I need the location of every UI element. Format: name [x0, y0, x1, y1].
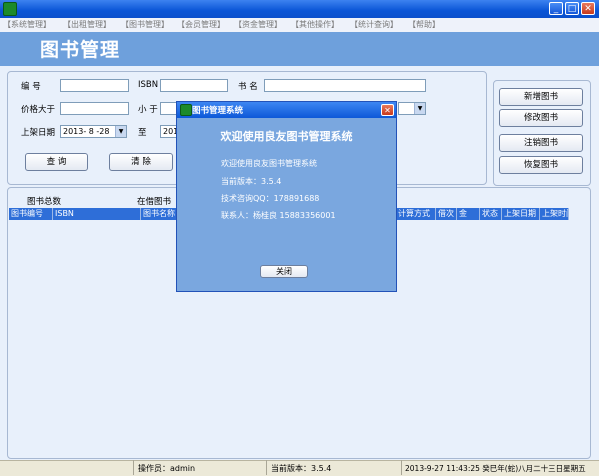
dialog-close-button[interactable]: 关闭 [260, 265, 308, 278]
dialog-qq-text: 技术咨询QQ：178891688 [221, 194, 320, 203]
minimize-button[interactable]: _ [549, 2, 563, 15]
status-divider [133, 460, 134, 475]
column-header-shelf-time[interactable]: 上架时间 [540, 208, 569, 220]
date-from-picker[interactable]: 2013- 8 -28 ▼ [60, 125, 127, 138]
book-id-input[interactable] [60, 79, 129, 92]
column-header-borrow-count[interactable]: 借次 [436, 208, 457, 220]
page-title: 图书管理 [40, 39, 121, 61]
add-book-button[interactable]: 新增图书 [499, 88, 583, 106]
restore-book-button[interactable]: 恢复图书 [499, 156, 583, 174]
status-version: 当前版本：3.5.4 [271, 464, 332, 473]
column-header-calc-method[interactable]: 计算方式 [396, 208, 436, 220]
status-datetime: 2013-9-27 11:43:25 癸巳年(蛇)八月二十三日星期五 [405, 464, 586, 473]
price-min-input[interactable] [60, 102, 129, 115]
edit-book-button[interactable]: 修改图书 [499, 109, 583, 127]
status-operator: 操作员：admin [138, 464, 196, 473]
book-id-label: 编 号 [21, 82, 41, 92]
dialog-heading: 欢迎使用良友图书管理系统 [220, 130, 353, 143]
dialog-title: 图书管理系统 [192, 106, 244, 116]
menu-other[interactable]: 【其他操作】 [291, 19, 339, 30]
chevron-down-icon: ▼ [414, 103, 425, 114]
date-to-label: 至 [138, 128, 147, 138]
column-header-amount[interactable]: 金 [457, 208, 480, 220]
column-header-shelf-date[interactable]: 上架日期 [502, 208, 540, 220]
price-max-label: 小 于 [138, 105, 158, 115]
book-category-select[interactable]: ▼ [398, 102, 426, 115]
price-min-label: 价格大于 [21, 105, 56, 115]
query-button[interactable]: 查 询 [25, 153, 88, 171]
menu-rental[interactable]: 【出租管理】 [63, 19, 111, 30]
book-name-label: 书 名 [238, 82, 258, 92]
menu-members[interactable]: 【会员管理】 [177, 19, 225, 30]
close-window-button[interactable]: ✕ [581, 2, 595, 15]
status-divider [266, 460, 267, 475]
dialog-close-icon[interactable]: ✕ [381, 104, 394, 116]
total-books-label: 图书总数 [27, 197, 62, 207]
menu-statistics[interactable]: 【统计查询】 [350, 19, 398, 30]
menu-funds[interactable]: 【资金管理】 [234, 19, 282, 30]
clear-button[interactable]: 清 除 [109, 153, 173, 171]
status-divider [401, 460, 402, 475]
isbn-label: ISBN [138, 80, 159, 90]
dialog-welcome-text: 欢迎使用良友图书管理系统 [221, 159, 317, 168]
isbn-input[interactable] [160, 79, 228, 92]
column-header-status[interactable]: 状态 [480, 208, 502, 220]
cancel-book-button[interactable]: 注销图书 [499, 134, 583, 152]
borrowed-books-label: 在借图书 [137, 197, 172, 207]
dialog-contact-text: 联系人：杨桂良 15883356001 [221, 211, 336, 220]
menu-help[interactable]: 【帮助】 [408, 19, 440, 30]
window-title-bar [0, 0, 599, 18]
column-header-book-id[interactable]: 图书编号 [9, 208, 53, 220]
column-header-isbn[interactable]: ISBN [53, 208, 141, 220]
chevron-down-icon: ▼ [115, 126, 126, 137]
dialog-version-text: 当前版本：3.5.4 [221, 177, 282, 186]
app-icon [3, 2, 17, 16]
dialog-app-icon [180, 104, 192, 116]
shelf-date-label: 上架日期 [21, 128, 56, 138]
maximize-button[interactable]: □ [565, 2, 579, 15]
menu-books[interactable]: 【图书管理】 [121, 19, 169, 30]
menu-system[interactable]: 【系统管理】 [3, 19, 51, 30]
book-name-input[interactable] [264, 79, 426, 92]
